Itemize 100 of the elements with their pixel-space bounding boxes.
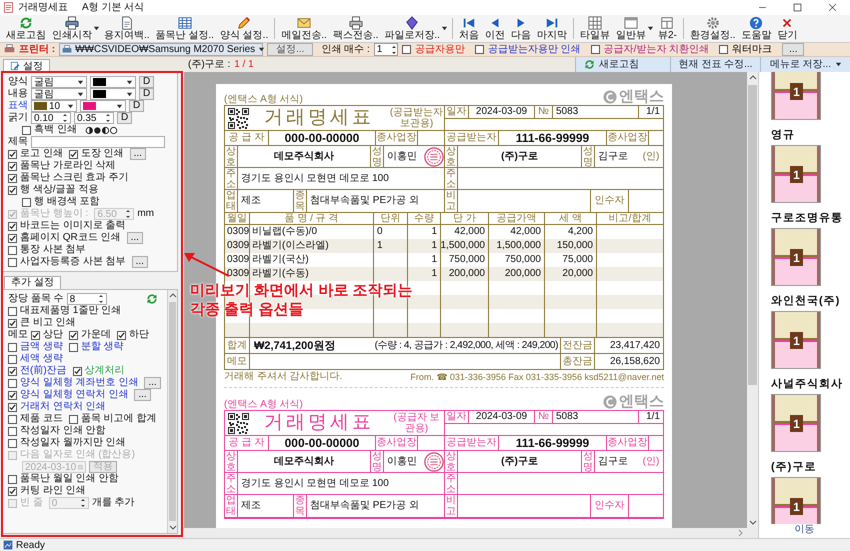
extra-settings-tab[interactable]: 추가 설정 [4,276,61,289]
scroll-up-icon[interactable] [168,292,176,300]
checkbox[interactable] [68,414,78,424]
dropdown-caret-icon[interactable] [93,25,100,32]
scrollbar[interactable] [747,72,758,528]
scroll-up-icon[interactable] [748,74,756,82]
move-link[interactable]: 이동 [794,524,814,536]
customer-name[interactable]: 와인천국(주) [771,295,840,308]
page-thumbnail[interactable]: 1 [771,394,821,452]
toolbar-button[interactable]: 파일로저장.. [381,15,443,42]
toolbar-button[interactable]: 도움말 [738,15,774,42]
checkbox[interactable] [8,222,17,230]
checkbox[interactable] [8,426,17,436]
toolbar-button[interactable]: 메일전송.. [278,15,330,42]
toolbar-button[interactable]: 용지여백.. [101,15,153,42]
scrollbar[interactable] [167,290,177,533]
checkbox[interactable] [8,318,17,328]
page-thumbnail[interactable]: 1 [771,145,821,203]
toolbar-button[interactable]: 팩스전송.. [330,15,382,42]
checkbox[interactable] [69,330,78,340]
toolbar-button[interactable]: 인쇄시작 [49,15,95,42]
checkbox[interactable] [8,474,17,484]
toolbar-button[interactable]: 처음 [456,15,482,42]
customer-name[interactable]: 구로조명유통 [771,212,843,225]
option-button[interactable]: D [139,88,154,100]
checkbox[interactable] [8,378,17,388]
checkbox[interactable] [8,366,17,376]
checkbox[interactable] [8,234,17,242]
option-button[interactable]: ... [132,256,148,268]
setup-button[interactable]: 설정... [267,43,314,56]
refresh-icon[interactable] [146,293,158,305]
checkbox[interactable] [22,198,31,206]
checkbox[interactable] [8,390,17,400]
scrollbar[interactable] [184,528,758,538]
toolbar-button[interactable]: 다음 [508,15,534,42]
color-dropdown[interactable] [90,88,136,100]
option-button[interactable]: ... [144,377,161,389]
customer-name[interactable]: 영규 [771,129,795,142]
checkbox[interactable] [8,258,17,266]
toolbar-button[interactable]: 환경설정.. [686,15,738,42]
toolbar-button[interactable]: 뷰2- [654,15,680,42]
toolbar-button[interactable]: 이전 [482,15,508,42]
settings-tab[interactable]: 설정 [3,59,50,72]
checkbox[interactable] [8,354,17,364]
checkbox[interactable] [8,162,17,170]
toolbar-button[interactable]: 품목난 설정.. [152,15,217,42]
checkbox[interactable] [31,330,40,340]
toolbar-button[interactable]: 마지막 [534,15,570,42]
printer-dropdown[interactable]: ₩₩CSVIDEO₩Samsung M2070 Series [59,43,264,56]
option-button[interactable]: D [139,76,154,88]
toolbar-button[interactable]: 새로고침 [3,15,49,42]
checkbox[interactable] [8,438,17,448]
scrollbar-thumb[interactable] [748,85,757,385]
checkbox[interactable] [402,45,411,54]
checkbox[interactable] [474,45,484,54]
maximize-icon[interactable] [792,2,803,13]
spin-box[interactable]: 0.10 [31,112,71,124]
color-dropdown[interactable] [80,100,126,112]
spin-box[interactable]: 8 [66,293,107,305]
toolbar-button[interactable]: 일반뷰 [612,15,649,42]
checkbox[interactable] [8,306,17,316]
checkbox[interactable] [8,342,17,352]
header-button[interactable]: 새로고침 [575,57,670,72]
checkbox[interactable] [8,402,17,412]
page-thumbnail[interactable]: 1 [771,311,821,369]
scroll-down-icon[interactable] [748,518,756,526]
font-dropdown[interactable]: 굴림 [31,88,87,100]
page-thumbnail[interactable]: 1 [771,477,821,524]
copies-spinner[interactable]: 1 [374,43,398,56]
checkbox[interactable] [590,45,600,54]
font-dropdown[interactable]: 굴림 [31,76,87,88]
header-button[interactable]: 메뉴로 저장... [760,57,850,72]
option-button[interactable]: D [117,112,132,124]
color-dropdown[interactable] [90,76,136,88]
spin-box[interactable]: 0.35 [74,112,114,124]
color-dropdown[interactable]: 10 [31,100,77,112]
checkbox[interactable] [72,366,82,376]
title-field[interactable] [31,136,165,148]
toolbar-button[interactable]: 타일뷰 [576,15,613,42]
checkbox[interactable] [8,414,17,424]
customer-name[interactable]: 사널주식회사 [771,378,843,391]
checkbox[interactable] [117,330,126,340]
checkbox[interactable] [68,342,78,352]
page-thumbnail[interactable]: 1 [771,228,821,286]
checkbox[interactable] [8,174,17,182]
toolbar-button[interactable]: 양식 설정.. [216,15,272,42]
checkbox[interactable] [68,150,78,158]
scroll-down-icon[interactable] [168,523,176,531]
checkbox[interactable] [22,126,31,134]
toolbar-button[interactable]: 닫기 [774,15,800,42]
checkbox[interactable] [8,246,17,254]
checkbox[interactable] [8,186,17,194]
checkbox[interactable] [719,45,728,54]
dropdown-caret-icon[interactable] [646,25,654,32]
option-button[interactable]: D [129,100,144,112]
scrollbar-thumb[interactable] [169,302,176,521]
option-button[interactable]: ... [134,389,151,401]
dropdown-caret-icon[interactable] [440,25,448,32]
header-button[interactable]: 현재 전표 수정... [670,57,760,72]
option-button[interactable]: ... [130,148,146,160]
